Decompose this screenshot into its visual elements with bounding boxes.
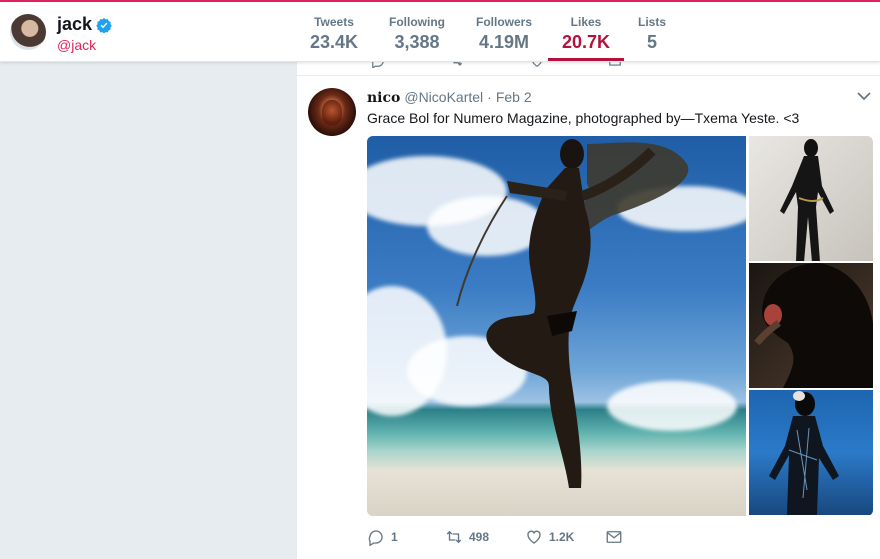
nav-following[interactable]: Following 3,388 <box>386 2 448 62</box>
nav-followers-label: Followers <box>475 15 532 29</box>
reply-count: 1 <box>391 530 398 544</box>
timeline: nico @NicoKartel · Feb 2 Grace Bol for N… <box>297 62 880 559</box>
profile-handle[interactable]: @jack <box>57 37 96 53</box>
nav-lists-label: Lists <box>637 15 666 29</box>
like-count: 1.2K <box>549 530 575 544</box>
direct-message-button[interactable] <box>605 528 623 546</box>
nav-followers[interactable]: Followers 4.19M <box>473 2 535 62</box>
nav-lists-count: 5 <box>646 32 657 52</box>
tweet-author-name[interactable]: nico <box>367 90 400 106</box>
nav-tweets[interactable]: Tweets 23.4K <box>308 2 360 62</box>
profile-name-row: jack <box>57 14 112 35</box>
previous-tweet-actions-cutoff <box>297 62 880 76</box>
tweet-author-avatar[interactable] <box>308 88 356 136</box>
verified-badge-icon <box>96 17 112 33</box>
tweet-date[interactable]: Feb 2 <box>496 89 532 105</box>
tweet-actions: 1 498 1.2K <box>367 528 667 548</box>
reply-icon[interactable] <box>371 62 385 68</box>
like-button[interactable]: 1.2K <box>525 528 574 546</box>
tweet-photo-thumbnail-3[interactable] <box>749 390 873 515</box>
model-profile-illustration <box>754 263 873 388</box>
message-icon[interactable] <box>608 62 622 68</box>
heart-icon <box>527 530 541 544</box>
reply-button[interactable]: 1 <box>367 528 398 546</box>
model-figure-illustration <box>456 139 689 488</box>
tweet-author-handle[interactable]: @NicoKartel <box>404 89 483 105</box>
tweet-header: nico @NicoKartel · Feb 2 <box>367 89 532 106</box>
nav-following-label: Following <box>389 15 445 29</box>
profile-avatar[interactable] <box>10 14 46 50</box>
retweet-icon <box>446 530 462 544</box>
tweet-separator: · <box>487 89 492 105</box>
tweet-media-grid <box>367 136 873 516</box>
nav-tweets-count: 23.4K <box>309 32 359 52</box>
tweet-photo-thumbnail-1[interactable] <box>749 136 873 261</box>
nav-likes-count: 20.7K <box>561 32 611 52</box>
profile-header-bar: jack @jack Tweets 23.4K Following 3,388 … <box>0 2 880 62</box>
nav-likes[interactable]: Likes 20.7K <box>548 2 624 62</box>
nav-likes-label: Likes <box>570 15 602 29</box>
chevron-down-icon[interactable] <box>856 90 872 102</box>
like-icon[interactable] <box>530 62 544 68</box>
retweet-button[interactable]: 498 <box>445 528 489 546</box>
profile-display-name[interactable]: jack <box>57 14 92 35</box>
envelope-icon <box>606 531 622 543</box>
tweet-photo-main[interactable] <box>367 136 746 516</box>
retweet-count: 498 <box>469 530 490 544</box>
nav-followers-count: 4.19M <box>478 32 530 52</box>
retweet-icon[interactable] <box>450 62 464 68</box>
nav-following-count: 3,388 <box>394 32 440 52</box>
tweet-text: Grace Bol for Numero Magazine, photograp… <box>367 110 800 126</box>
model-figure-illustration <box>780 139 834 261</box>
tweet-photo-thumbnail-2[interactable] <box>749 263 873 388</box>
model-figure-illustration <box>769 391 839 515</box>
nav-tweets-label: Tweets <box>314 15 354 29</box>
nav-lists[interactable]: Lists 5 <box>635 2 669 62</box>
reply-icon <box>368 530 383 546</box>
